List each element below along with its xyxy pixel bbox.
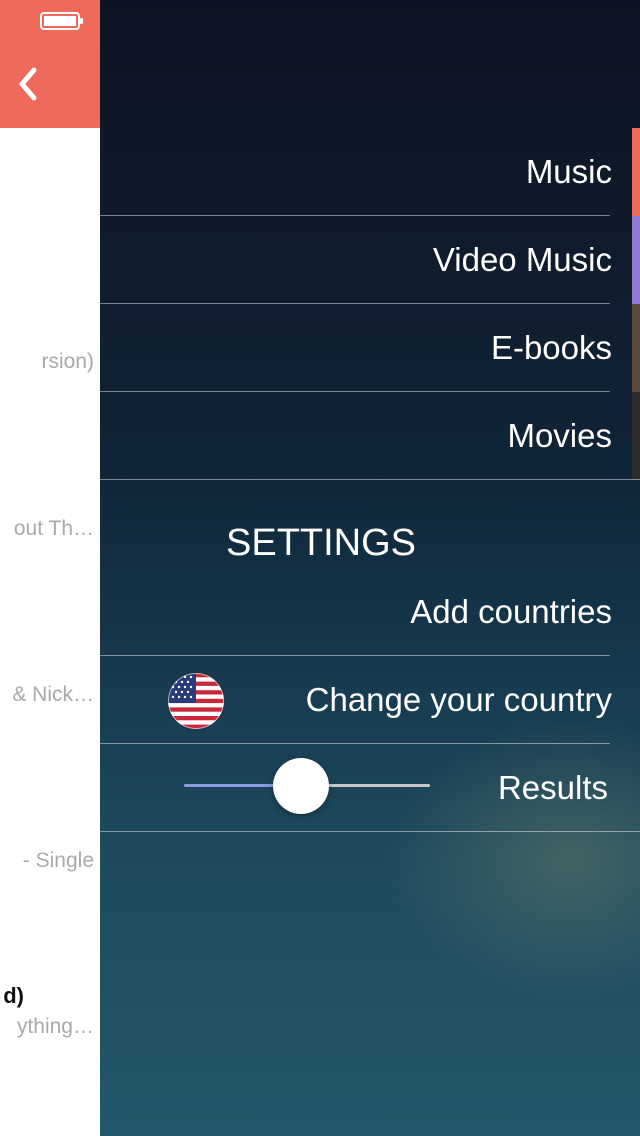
change-country-label: Change your country [305,681,612,718]
results-slider-thumb[interactable] [273,758,329,814]
menu-item-movies[interactable]: Movies [100,392,632,480]
change-country-row[interactable]: Change your country [100,656,632,744]
battery-icon [40,12,83,30]
list-item-subtitle: & Nick… [12,683,94,706]
menu-item-video-music[interactable]: Video Music [100,216,632,304]
us-flag-icon [168,673,224,729]
divider [100,479,640,480]
header-bar [0,0,100,128]
divider [100,831,640,832]
back-chevron-icon[interactable] [14,64,44,104]
add-countries-row[interactable]: Add countries [100,568,632,656]
music-color-strip [632,128,640,216]
menu-item-label: Video Music [432,241,612,278]
menu-item-label: E-books [490,329,612,366]
list-item-subtitle: ything… [16,1015,94,1038]
list-item-subtitle: out Th… [13,517,94,540]
menu-item-music[interactable]: Music [100,128,632,216]
results-row: Results [100,744,632,832]
video-music-color-strip [632,216,640,304]
movies-color-strip [632,392,640,480]
menu-item-label: Music [525,153,612,190]
list-item-title: d) [3,983,24,1008]
list-item-subtitle: rsion) [41,350,94,373]
settings-heading: SETTINGS [226,522,417,564]
ebooks-color-strip [632,304,640,392]
underlying-list-panel: rsion) out Th… & Nick… - Single d) ythin… [0,0,100,1136]
menu-item-ebooks[interactable]: E-books [100,304,632,392]
menu-item-label: Movies [507,417,612,454]
add-countries-label: Add countries [410,593,612,630]
list-item-subtitle: - Single [22,849,94,872]
side-drawer: Music Video Music E-books Movies SETTING… [100,0,640,1136]
results-label: Results [497,769,608,806]
